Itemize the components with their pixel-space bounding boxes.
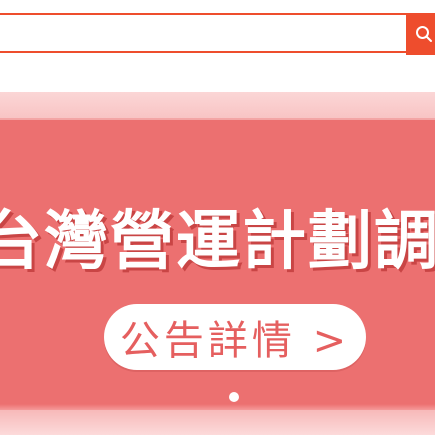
carousel-dot-active[interactable] [228,392,239,402]
banner-lower-band [0,410,435,435]
banner-top-band [0,92,435,120]
carousel-pagination [0,390,435,404]
search-bar [0,13,406,53]
search-icon [416,26,432,42]
search-button[interactable] [406,13,435,55]
search-input[interactable] [0,15,406,51]
banner-title: 台灣營運計劃調 [0,205,435,279]
banner-slide[interactable]: 台灣營運計劃調 公告詳情 > [0,120,435,410]
announcement-details-button[interactable]: 公告詳情 > [104,304,366,370]
